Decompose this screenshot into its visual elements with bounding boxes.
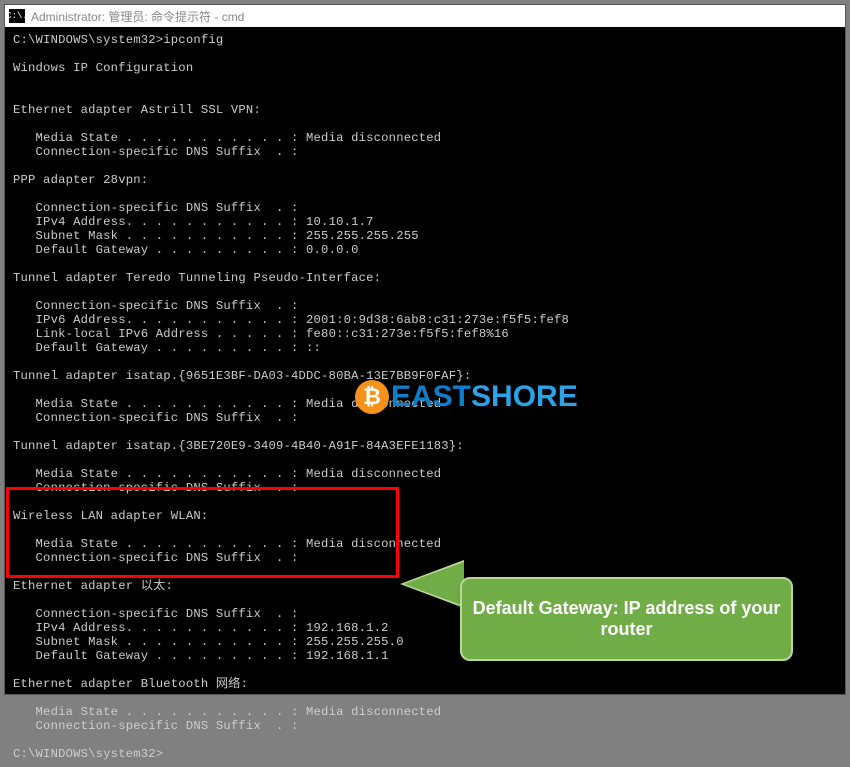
adapter-wlan-dns: Connection-specific DNS Suffix . :	[13, 551, 299, 565]
adapter-bluetooth-dns: Connection-specific DNS Suffix . :	[13, 719, 299, 733]
adapter-astrill-media: Media State . . . . . . . . . . . : Medi…	[13, 131, 441, 145]
adapter-28vpn-gateway: Default Gateway . . . . . . . . . : 0.0.…	[13, 243, 359, 257]
adapter-wlan-media: Media State . . . . . . . . . . . : Medi…	[13, 537, 441, 551]
adapter-teredo-gateway: Default Gateway . . . . . . . . . : ::	[13, 341, 321, 355]
adapter-teredo-title: Tunnel adapter Teredo Tunneling Pseudo-I…	[13, 271, 381, 285]
adapter-isatap2-dns: Connection-specific DNS Suffix . :	[13, 481, 299, 495]
adapter-ethernet-ipv4: IPv4 Address. . . . . . . . . . . : 192.…	[13, 621, 389, 635]
watermark-eastshore: ₿ EASTSHORE	[355, 380, 578, 414]
adapter-isatap2-media: Media State . . . . . . . . . . . : Medi…	[13, 467, 441, 481]
adapter-28vpn-ipv4: IPv4 Address. . . . . . . . . . . : 10.1…	[13, 215, 374, 229]
adapter-bluetooth-title: Ethernet adapter Bluetooth 网络:	[13, 677, 248, 691]
adapter-isatap1-dns: Connection-specific DNS Suffix . :	[13, 411, 299, 425]
adapter-ethernet-gateway: Default Gateway . . . . . . . . . : 192.…	[13, 649, 389, 663]
adapter-teredo-dns: Connection-specific DNS Suffix . :	[13, 299, 299, 313]
window-title: Administrator: 管理员: 命令提示符 - cmd	[31, 8, 244, 25]
adapter-wlan-title: Wireless LAN adapter WLAN:	[13, 509, 208, 523]
callout-gateway-explainer: Default Gateway: IP address of your rout…	[460, 577, 793, 661]
callout-pointer	[404, 562, 464, 606]
callout-text: Default Gateway: IP address of your rout…	[470, 598, 783, 640]
adapter-28vpn-dns: Connection-specific DNS Suffix . :	[13, 201, 299, 215]
bitcoin-icon: ₿	[355, 380, 389, 414]
adapter-isatap2-title: Tunnel adapter isatap.{3BE720E9-3409-4B4…	[13, 439, 464, 453]
adapter-astrill-dns: Connection-specific DNS Suffix . :	[13, 145, 299, 159]
titlebar[interactable]: C:\. Administrator: 管理员: 命令提示符 - cmd	[5, 5, 845, 27]
watermark-text-1: EAST	[391, 380, 471, 414]
adapter-ethernet-dns: Connection-specific DNS Suffix . :	[13, 607, 299, 621]
adapter-teredo-ipv6: IPv6 Address. . . . . . . . . . . : 2001…	[13, 313, 569, 327]
prompt-line-2: C:\WINDOWS\system32>	[13, 747, 163, 761]
adapter-ethernet-mask: Subnet Mask . . . . . . . . . . . : 255.…	[13, 635, 404, 649]
cmd-icon: C:\.	[9, 9, 25, 23]
ipconfig-header: Windows IP Configuration	[13, 61, 193, 75]
adapter-astrill-title: Ethernet adapter Astrill SSL VPN:	[13, 103, 261, 117]
adapter-ethernet-title: Ethernet adapter 以太:	[13, 579, 173, 593]
adapter-28vpn-title: PPP adapter 28vpn:	[13, 173, 148, 187]
adapter-28vpn-mask: Subnet Mask . . . . . . . . . . . : 255.…	[13, 229, 419, 243]
prompt-line: C:\WINDOWS\system32>ipconfig	[13, 33, 223, 47]
adapter-bluetooth-media: Media State . . . . . . . . . . . : Medi…	[13, 705, 441, 719]
watermark-text-2: SHORE	[471, 380, 578, 414]
adapter-teredo-linklocal: Link-local IPv6 Address . . . . . : fe80…	[13, 327, 509, 341]
